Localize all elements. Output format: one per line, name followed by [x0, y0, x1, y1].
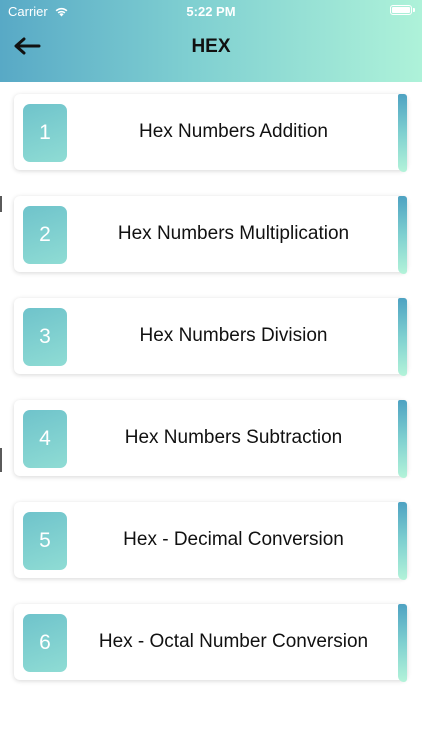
page-title: HEX: [191, 36, 231, 57]
list-item-hex-addition[interactable]: 1 Hex Numbers Addition: [14, 94, 407, 172]
list-item-label: Hex - Octal Number Conversion: [98, 631, 369, 652]
topic-list: 1 Hex Numbers Addition 2 Hex Numbers Mul…: [0, 82, 422, 750]
number-badge: 2: [23, 206, 67, 264]
list-item-label: Hex Numbers Division: [139, 325, 328, 346]
number-badge: 4: [23, 410, 67, 468]
accent-strip: [398, 400, 407, 478]
status-time: 5:22 PM: [186, 4, 236, 19]
list-item-label: Hex Numbers Addition: [138, 121, 329, 142]
number-badge: 6: [23, 614, 67, 672]
list-item-hex-decimal-conversion[interactable]: 5 Hex - Decimal Conversion: [14, 502, 407, 580]
list-item-label: Hex - Decimal Conversion: [123, 529, 344, 550]
list-item-hex-multiplication[interactable]: 2 Hex Numbers Multiplication: [14, 196, 407, 274]
accent-strip: [398, 196, 407, 274]
battery-level: [392, 7, 410, 13]
battery-icon: [390, 5, 415, 15]
accent-strip: [398, 604, 407, 682]
list-item-hex-division[interactable]: 3 Hex Numbers Division: [14, 298, 407, 376]
number-badge: 5: [23, 512, 67, 570]
list-item-label: Hex Numbers Subtraction: [124, 427, 343, 448]
list-item-hex-octal-conversion[interactable]: 6 Hex - Octal Number Conversion: [14, 604, 407, 682]
accent-strip: [398, 298, 407, 376]
list-item-hex-subtraction[interactable]: 4 Hex Numbers Subtraction: [14, 400, 407, 478]
accent-strip: [398, 502, 407, 580]
list-item-label: Hex Numbers Multiplication: [117, 223, 350, 244]
accent-strip: [398, 94, 407, 172]
number-badge: 3: [23, 308, 67, 366]
number-badge: 1: [23, 104, 67, 162]
status-bar: Carrier 5:22 PM: [0, 0, 422, 22]
nav-header: Carrier 5:22 PM HEX: [0, 0, 422, 82]
